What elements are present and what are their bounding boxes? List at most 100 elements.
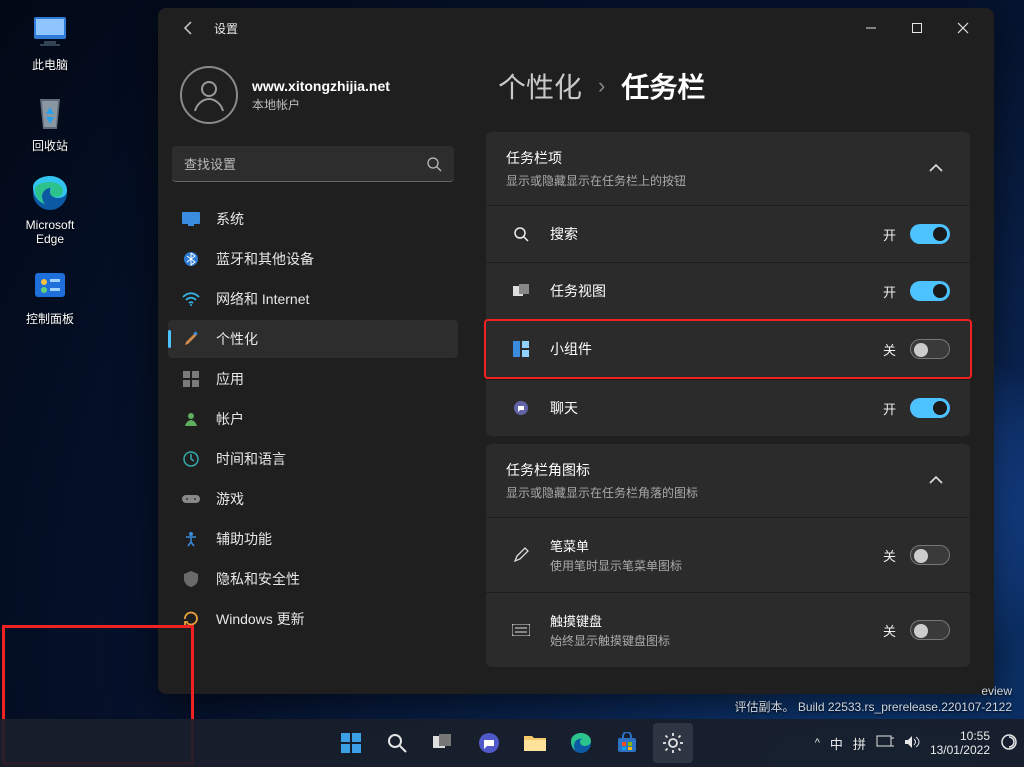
option-search[interactable]: 搜索 开: [486, 205, 970, 262]
desktop-icon-label: 回收站: [32, 137, 68, 154]
control-panel-icon: [29, 264, 71, 306]
group-subtitle: 显示或隐藏显示在任务栏角落的图标: [506, 484, 922, 501]
keyboard-icon: [510, 624, 532, 636]
toggle-switch[interactable]: [910, 545, 950, 565]
desktop-icon-label: Microsoft Edge: [14, 218, 86, 246]
notifications-button[interactable]: [1000, 733, 1018, 754]
taskbar-explorer-button[interactable]: [515, 723, 555, 763]
option-widgets[interactable]: 小组件 关: [484, 319, 972, 379]
nav-label: 帐户: [216, 409, 244, 429]
desktop-icon-control-panel[interactable]: 控制面板: [14, 264, 86, 327]
taskbar-edge-button[interactable]: [561, 723, 601, 763]
nav-label: 辅助功能: [216, 529, 272, 549]
taskbar-search-button[interactable]: [377, 723, 417, 763]
window-title: 设置: [214, 20, 848, 37]
breadcrumb: 个性化 › 任务栏: [498, 66, 970, 106]
taskbar-corner-icons-group: 任务栏角图标 显示或隐藏显示在任务栏角落的图标 笔菜单 使用笔时显示笔菜单图标 …: [486, 444, 970, 667]
clock[interactable]: 10:55 13/01/2022: [930, 729, 990, 758]
desktop-icons: 此电脑 回收站 Microsoft Edge 控制面板: [14, 10, 86, 327]
option-touch-keyboard[interactable]: 触摸键盘 始终显示触摸键盘图标 关: [486, 592, 970, 667]
toggle-switch[interactable]: [910, 339, 950, 359]
accessibility-icon: [182, 530, 200, 548]
option-sub: 始终显示触摸键盘图标: [550, 632, 883, 649]
nav-label: 蓝牙和其他设备: [216, 249, 314, 269]
titlebar: 设置: [158, 8, 994, 48]
option-chat[interactable]: 聊天 开: [486, 379, 970, 436]
recycle-bin-icon: [29, 91, 71, 133]
volume-icon[interactable]: [904, 735, 920, 752]
tray-overflow-button[interactable]: ^: [815, 737, 820, 749]
toggle-switch[interactable]: [910, 398, 950, 418]
toggle-switch[interactable]: [910, 620, 950, 640]
nav-bluetooth[interactable]: 蓝牙和其他设备: [168, 240, 458, 278]
nav-label: Windows 更新: [216, 609, 305, 629]
option-label: 笔菜单: [550, 536, 883, 555]
nav-apps[interactable]: 应用: [168, 360, 458, 398]
taskbar-task-view-button[interactable]: [423, 723, 463, 763]
nav-time-language[interactable]: 时间和语言: [168, 440, 458, 478]
nav-gaming[interactable]: 游戏: [168, 480, 458, 518]
taskbar-corner-header[interactable]: 任务栏角图标 显示或隐藏显示在任务栏角落的图标: [486, 444, 970, 517]
wifi-icon: [182, 290, 200, 308]
user-account-type: 本地帐户: [252, 96, 390, 113]
nav-system[interactable]: 系统: [168, 200, 458, 238]
person-icon: [182, 410, 200, 428]
toggle-state: 关: [883, 546, 896, 565]
toggle-state: 开: [883, 282, 896, 301]
settings-window: 设置 www.xitongzhijia.net 本地帐户 查找设置: [158, 8, 994, 694]
search-icon: [426, 156, 442, 172]
desktop-icon-this-pc[interactable]: 此电脑: [14, 10, 86, 73]
option-label: 聊天: [550, 398, 883, 418]
taskbar-items-header[interactable]: 任务栏项 显示或隐藏显示在任务栏上的按钮: [486, 132, 970, 205]
desktop-icon-recycle-bin[interactable]: 回收站: [14, 91, 86, 154]
bluetooth-icon: [182, 250, 200, 268]
nav-personalization[interactable]: 个性化: [168, 320, 458, 358]
maximize-button[interactable]: [894, 11, 940, 45]
search-icon: [510, 226, 532, 242]
taskbar-settings-button[interactable]: [653, 723, 693, 763]
nav-label: 游戏: [216, 489, 244, 509]
back-button[interactable]: [174, 13, 204, 43]
ime-indicator-2[interactable]: 拼: [853, 734, 866, 753]
avatar-icon: [180, 66, 238, 124]
ime-indicator-1[interactable]: 中: [830, 734, 843, 753]
globe-clock-icon: [182, 450, 200, 468]
user-block[interactable]: www.xitongzhijia.net 本地帐户: [158, 48, 468, 144]
group-subtitle: 显示或隐藏显示在任务栏上的按钮: [506, 172, 922, 189]
nav-label: 隐私和安全性: [216, 569, 300, 589]
pen-icon: [510, 547, 532, 563]
option-label: 触摸键盘: [550, 611, 883, 630]
option-sub: 使用笔时显示笔菜单图标: [550, 557, 883, 574]
search-placeholder: 查找设置: [184, 154, 426, 173]
system-icon: [182, 210, 200, 228]
nav-accessibility[interactable]: 辅助功能: [168, 520, 458, 558]
taskbar-store-button[interactable]: [607, 723, 647, 763]
desktop-icon-edge[interactable]: Microsoft Edge: [14, 172, 86, 246]
breadcrumb-parent[interactable]: 个性化: [498, 66, 582, 106]
close-button[interactable]: [940, 11, 986, 45]
nav-windows-update[interactable]: Windows 更新: [168, 600, 458, 638]
option-pen-menu[interactable]: 笔菜单 使用笔时显示笔菜单图标 关: [486, 517, 970, 592]
shield-icon: [182, 570, 200, 588]
nav-accounts[interactable]: 帐户: [168, 400, 458, 438]
gamepad-icon: [182, 490, 200, 508]
nav-privacy[interactable]: 隐私和安全性: [168, 560, 458, 598]
nav-label: 应用: [216, 369, 244, 389]
chevron-up-icon: [922, 472, 950, 490]
clock-time: 10:55: [930, 729, 990, 743]
toggle-switch[interactable]: [910, 224, 950, 244]
option-task-view[interactable]: 任务视图 开: [486, 262, 970, 319]
taskbar-chat-button[interactable]: [469, 723, 509, 763]
start-button[interactable]: [331, 723, 371, 763]
chevron-right-icon: ›: [598, 73, 605, 99]
minimize-button[interactable]: [848, 11, 894, 45]
watermark: eview 评估副本。 Build 22533.rs_prerelease.22…: [735, 684, 1013, 715]
chevron-up-icon: [922, 160, 950, 178]
network-icon[interactable]: [876, 735, 894, 752]
toggle-switch[interactable]: [910, 281, 950, 301]
widgets-icon: [510, 341, 532, 357]
breadcrumb-current: 任务栏: [621, 66, 705, 106]
search-input[interactable]: 查找设置: [172, 146, 454, 182]
nav-network[interactable]: 网络和 Internet: [168, 280, 458, 318]
edge-icon: [29, 172, 71, 214]
